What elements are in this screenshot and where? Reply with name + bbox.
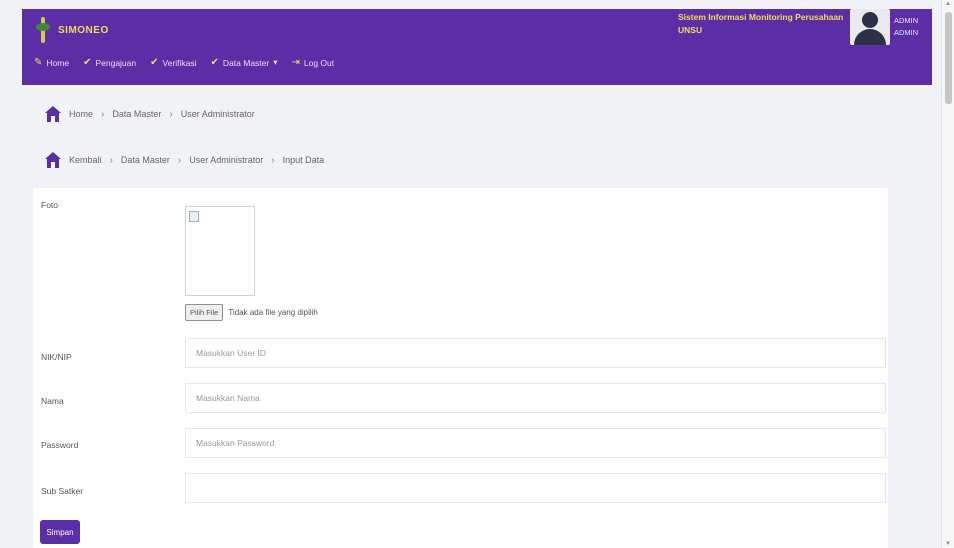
main-menu: ✎ Home ✔ Pengajuan ✔ Verifikasi ✔ Data M… [34, 57, 334, 68]
scroll-thumb[interactable] [945, 12, 952, 104]
scroll-up-arrow-icon[interactable]: ▲ [945, 1, 951, 7]
breadcrumb: Home › Data Master › User Administrator [45, 106, 255, 122]
home-icon [45, 106, 61, 122]
logout-icon: ⇥ [291, 57, 300, 68]
save-button[interactable]: Simpan [40, 520, 80, 544]
input-form-card: Foto Pilih File Tidak ada file yang dipi… [33, 188, 888, 548]
brand-name: SIMONEO [58, 24, 109, 36]
breadcrumb-data-master[interactable]: Data Master [112, 109, 161, 119]
file-status: Tidak ada file yang dipilih [228, 308, 318, 317]
breadcrumb-current: Input Data [282, 155, 325, 165]
home-icon [45, 152, 61, 168]
avatar[interactable] [850, 9, 890, 45]
breadcrumb-back: Kembali › Data Master › User Administrat… [45, 152, 324, 168]
menu-item-pengajuan[interactable]: ✔ Pengajuan [83, 57, 136, 68]
menu-item-label: Verifikasi [162, 57, 197, 68]
menu-item-label: Pengajuan [95, 57, 137, 68]
chevron-right-icon: › [177, 154, 182, 166]
subsatker-input[interactable] [185, 473, 886, 503]
checklist-icon: ✔ [83, 57, 92, 68]
brand[interactable]: SIMONEO [36, 17, 109, 43]
foto-label: Foto [41, 200, 59, 210]
nama-input[interactable]: Masukkan Nama [185, 383, 886, 413]
home-icon: ✎ [34, 57, 43, 68]
chevron-right-icon: › [271, 154, 275, 166]
chevron-down-icon: ▾ [273, 57, 278, 67]
user-role: ADMIN [894, 28, 919, 37]
photo-preview [185, 206, 255, 296]
choose-file-button[interactable]: Pilih File [185, 304, 224, 321]
menu-item-logout[interactable]: ⇥ Log Out [292, 57, 335, 68]
breadcrumb-home[interactable]: Home [69, 109, 93, 119]
breadcrumb-kembali[interactable]: Kembali [69, 155, 102, 165]
menu-item-label: Log Out [303, 57, 335, 68]
menu-item-label: Data Master [222, 57, 270, 68]
chevron-right-icon: › [101, 108, 105, 120]
system-title: Sistem Informasi Monitoring Perusahaan U… [678, 12, 844, 35]
password-label: Password [41, 440, 79, 450]
top-navbar: SIMONEO Sistem Informasi Monitoring Peru… [22, 9, 932, 85]
broken-image-icon [189, 211, 199, 222]
breadcrumb-data-master[interactable]: Data Master [121, 155, 170, 165]
menu-item-home[interactable]: ✎ Home [34, 57, 69, 68]
breadcrumb-current: User Administrator [180, 109, 255, 119]
scrollbar[interactable]: ▲ ▼ [941, 0, 954, 548]
file-picker: Pilih File Tidak ada file yang dipilih [185, 304, 318, 321]
nik-input[interactable]: Masukkan User ID [185, 338, 886, 368]
nik-label: NIK/NIP [41, 352, 72, 362]
menu-item-label: Home [46, 57, 70, 68]
logo-icon [36, 17, 50, 43]
scroll-down-arrow-icon[interactable]: ▼ [945, 541, 951, 547]
nama-label: Nama [41, 396, 64, 406]
user-info: ADMIN ADMIN [894, 15, 918, 39]
chevron-right-icon: › [109, 154, 113, 166]
password-input[interactable]: Masukkan Password [185, 428, 886, 458]
user-name: ADMIN [894, 16, 919, 25]
subsatker-label: Sub Satker [41, 486, 84, 496]
breadcrumb-user-admin[interactable]: User Administrator [189, 155, 263, 165]
checklist-icon: ✔ [150, 57, 159, 68]
checklist-icon: ✔ [210, 57, 219, 68]
chevron-right-icon: › [169, 108, 173, 120]
menu-item-verifikasi[interactable]: ✔ Verifikasi [150, 57, 196, 68]
menu-item-data-master[interactable]: ✔ Data Master ▾ [211, 57, 278, 68]
